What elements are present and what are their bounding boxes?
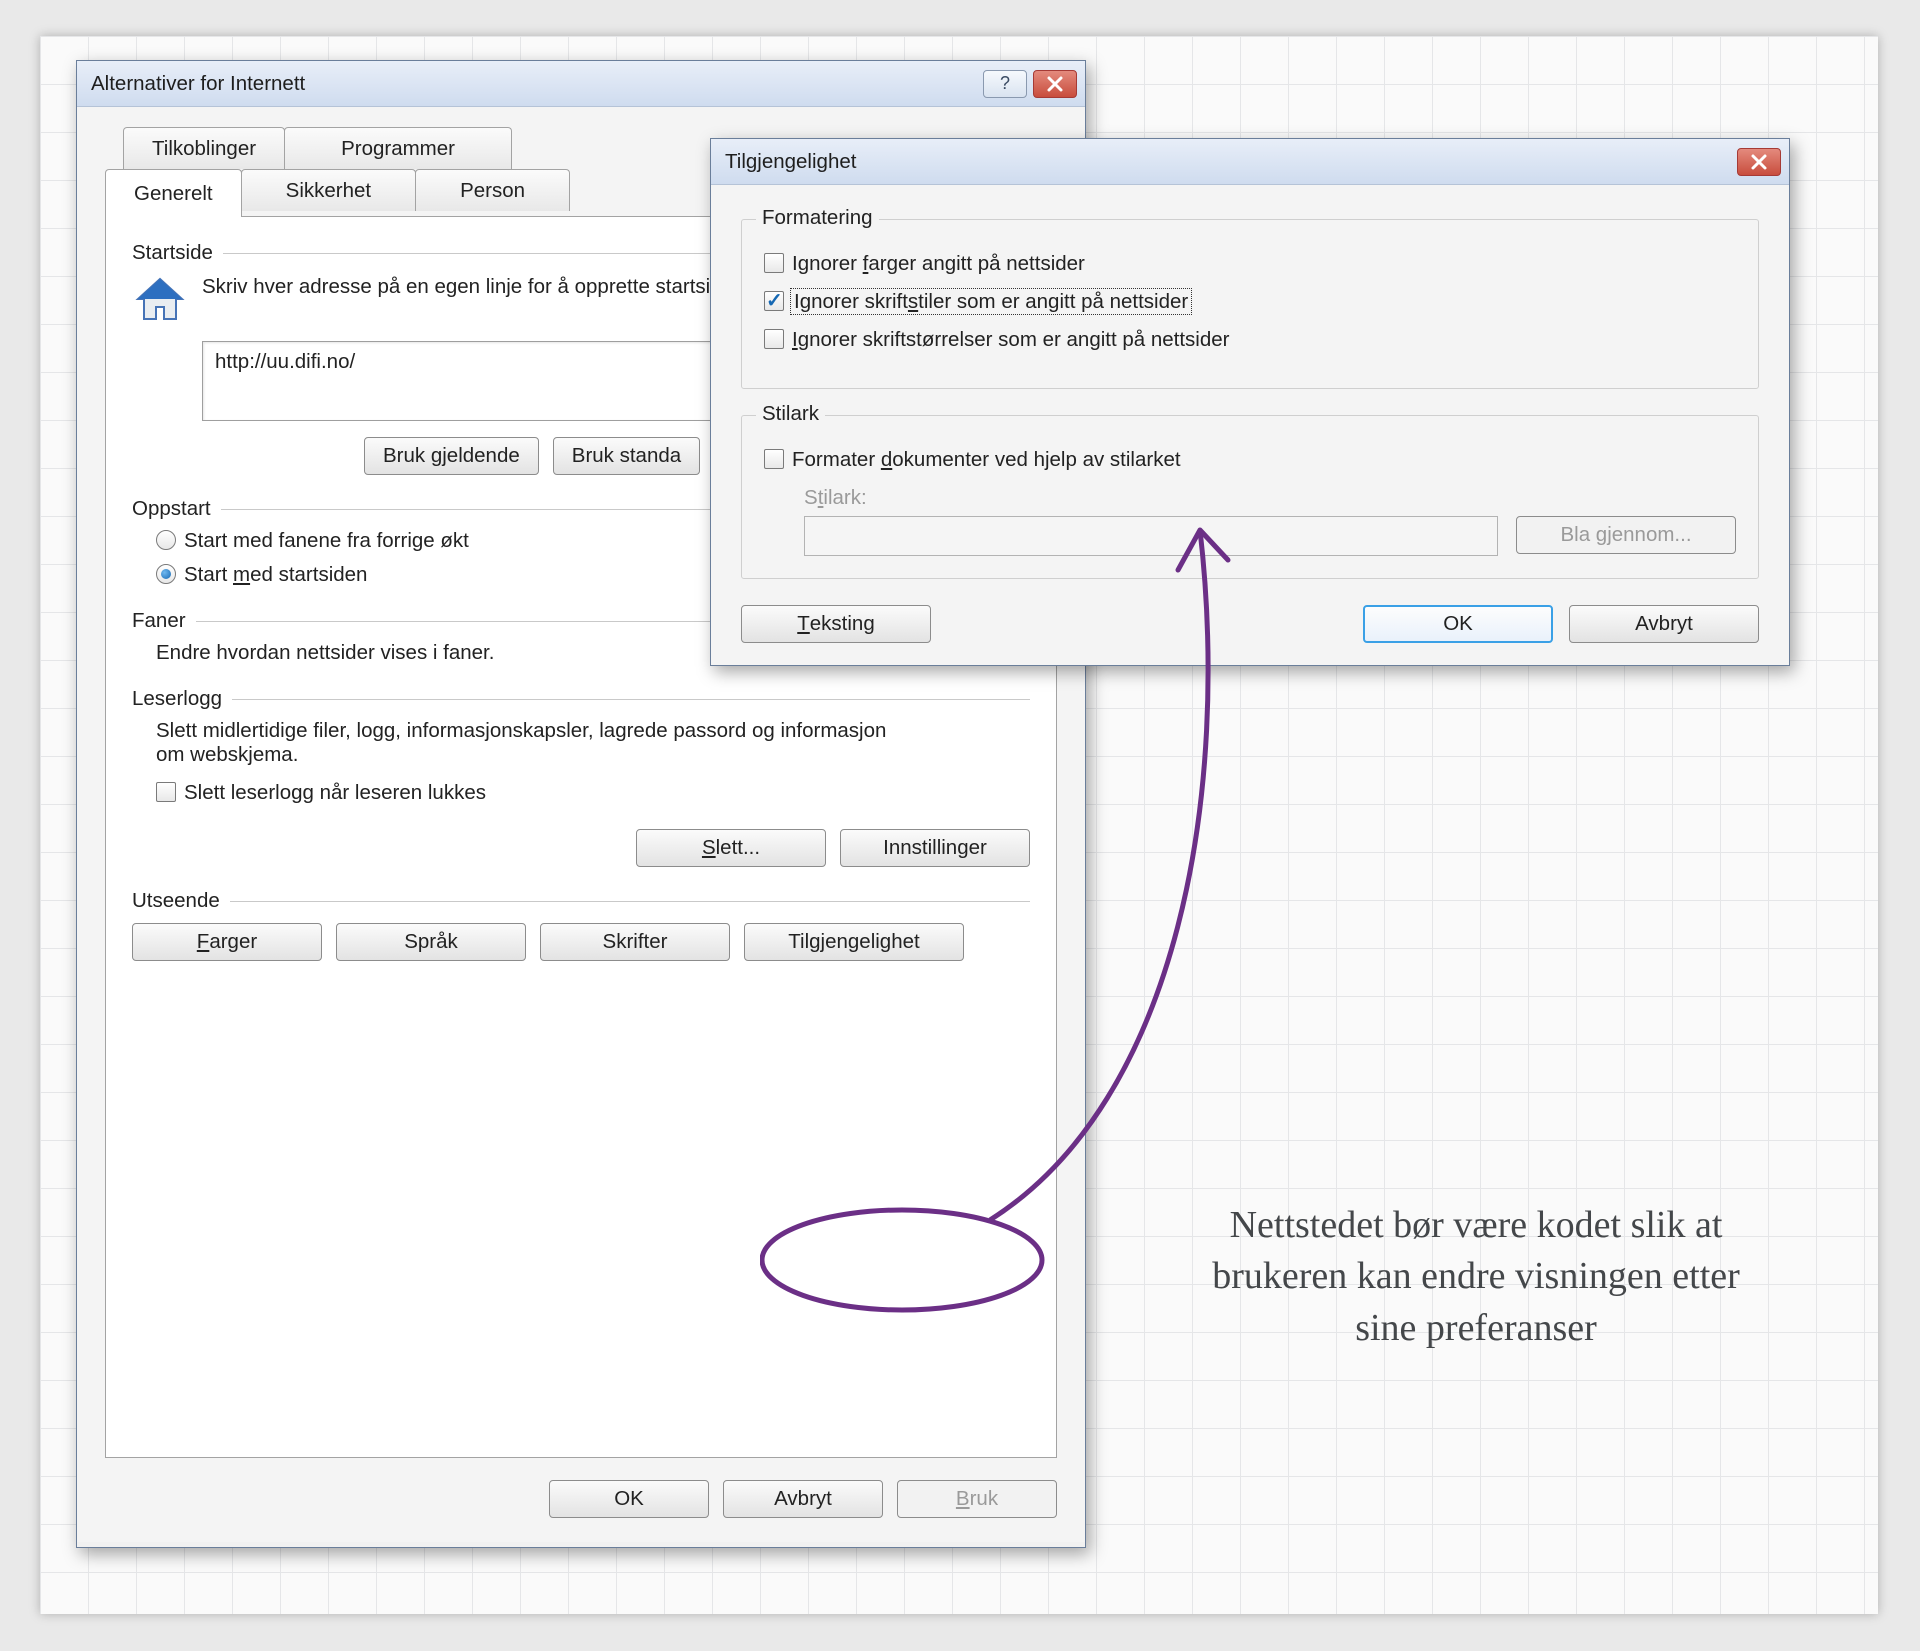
oppstart-header: Oppstart xyxy=(132,497,211,521)
leserlogg-desc: Slett midlertidige filer, logg, informas… xyxy=(156,719,916,767)
tab-tilkoblinger[interactable]: Tilkoblinger xyxy=(123,127,285,169)
utseende-header: Utseende xyxy=(132,889,220,913)
dialog-titlebar[interactable]: Alternativer for Internett ? xyxy=(77,61,1085,107)
tab-person[interactable]: Person xyxy=(415,169,570,211)
ignore-font-sizes-checkbox[interactable]: Ignorer skriftstørrelser som er angitt p… xyxy=(764,328,1736,352)
acc-close-button[interactable] xyxy=(1737,148,1781,176)
stylesheet-path-input xyxy=(804,516,1498,556)
ignore-colors-checkbox[interactable]: Ignorer farger angitt på nettsider xyxy=(764,252,1736,276)
delete-on-exit-checkbox[interactable]: Slett leserlogg når leseren lukkes xyxy=(156,781,1030,805)
delete-button[interactable]: Slett... xyxy=(636,829,826,867)
startside-desc: Skriv hver adresse på en egen linje for … xyxy=(202,273,784,329)
help-button[interactable]: ? xyxy=(983,70,1027,98)
faner-header: Faner xyxy=(132,609,186,633)
formatering-fieldset: Formatering Ignorer farger angitt på net… xyxy=(741,219,1759,389)
startside-header: Startside xyxy=(132,241,213,265)
accessibility-button[interactable]: Tilgjengelighet xyxy=(744,923,964,961)
main-ok-button[interactable]: OK xyxy=(549,1480,709,1518)
main-cancel-button[interactable]: Avbryt xyxy=(723,1480,883,1518)
captions-button[interactable]: Teksting xyxy=(741,605,931,643)
tab-generelt[interactable]: Generelt xyxy=(105,169,242,217)
stilark-fieldset: Stilark Formater dokumenter ved hjelp av… xyxy=(741,415,1759,579)
tab-sikkerhet[interactable]: Sikkerhet xyxy=(241,169,416,211)
tab-programmer[interactable]: Programmer xyxy=(284,127,512,169)
acc-titlebar[interactable]: Tilgjengelighet xyxy=(711,139,1789,185)
acc-ok-button[interactable]: OK xyxy=(1363,605,1553,643)
ignore-font-styles-checkbox[interactable]: Ignorer skriftstiler som er angitt på ne… xyxy=(764,290,1736,314)
dialog-title: Alternativer for Internett xyxy=(91,72,977,96)
browse-button: Bla gjennom... xyxy=(1516,516,1736,554)
acc-title: Tilgjengelighet xyxy=(725,150,1731,174)
acc-cancel-button[interactable]: Avbryt xyxy=(1569,605,1759,643)
colors-button[interactable]: Farger xyxy=(132,923,322,961)
stilark-legend: Stilark xyxy=(756,402,825,426)
fonts-button[interactable]: Skrifter xyxy=(540,923,730,961)
close-button[interactable] xyxy=(1033,70,1077,98)
leserlogg-header: Leserlogg xyxy=(132,687,222,711)
settings-button[interactable]: Innstillinger xyxy=(840,829,1030,867)
languages-button[interactable]: Språk xyxy=(336,923,526,961)
use-default-button[interactable]: Bruk standa xyxy=(553,437,700,475)
annotation-text: Nettstedet bør være kodet slik at bruker… xyxy=(1196,1200,1756,1354)
formatering-legend: Formatering xyxy=(756,206,879,230)
stylesheet-label: Stilark: xyxy=(804,486,1736,510)
home-icon xyxy=(132,273,188,329)
use-current-button[interactable]: Bruk gjeldende xyxy=(364,437,539,475)
main-apply-button[interactable]: Bruk xyxy=(897,1480,1057,1518)
use-stylesheet-checkbox[interactable]: Formater dokumenter ved hjelp av stilark… xyxy=(764,448,1736,472)
accessibility-dialog: Tilgjengelighet Formatering Ignorer farg… xyxy=(710,138,1790,666)
